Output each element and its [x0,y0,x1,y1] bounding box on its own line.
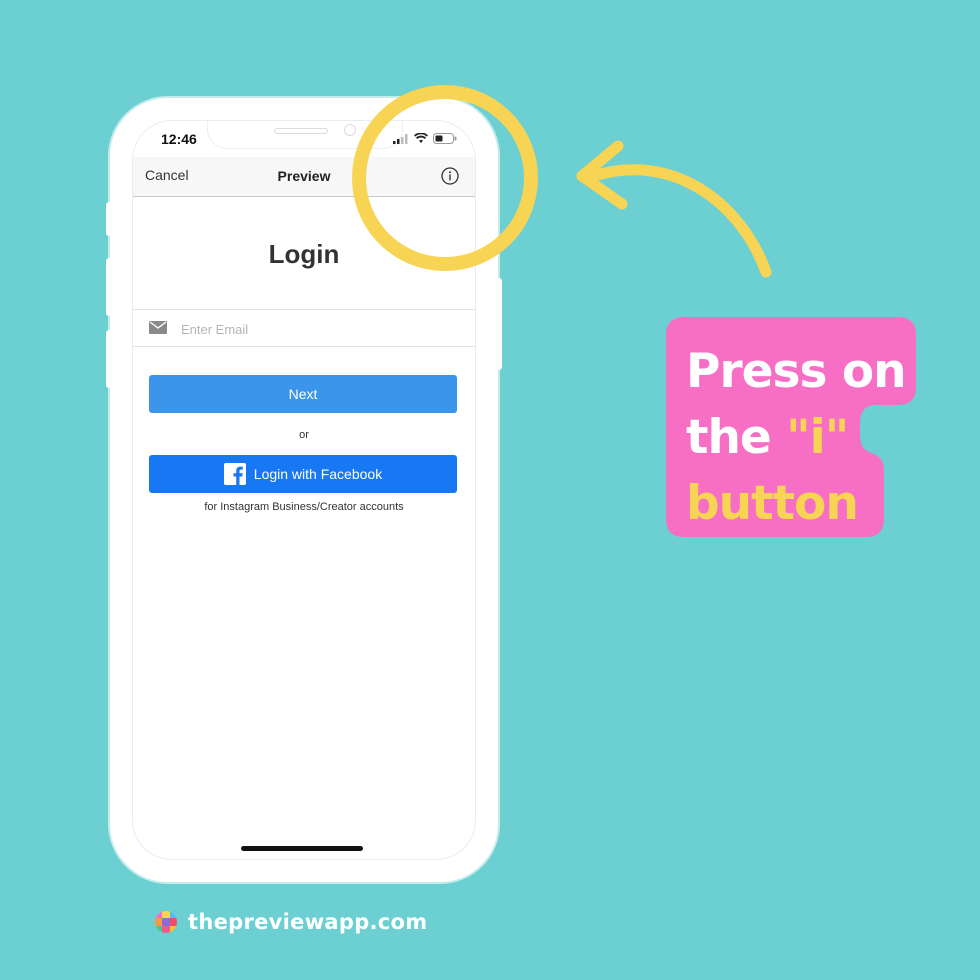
next-button[interactable]: Next [149,375,457,413]
curved-arrow-icon [576,140,772,278]
volume-down-button [106,330,112,388]
callout-text: Press on the "i" button [686,339,907,537]
footer: thepreviewapp.com [154,910,427,934]
power-button [496,278,502,370]
status-time: 12:46 [161,131,197,147]
home-indicator [241,846,363,851]
callout-line-3: button [686,476,859,531]
callout-line-1: Press on [686,344,907,399]
speaker [274,128,328,134]
or-divider-text: or [299,429,309,441]
footer-site-link[interactable]: thepreviewapp.com [188,910,427,934]
highlight-ring [352,85,538,271]
login-with-facebook-button[interactable]: Login with Facebook [149,455,457,493]
envelope-icon [149,321,167,339]
volume-up-button [106,258,112,316]
app-logo-icon [155,911,177,933]
callout-highlight: "i" [786,410,849,465]
email-field[interactable] [181,318,451,340]
mute-switch [106,202,112,236]
callout-line-2-prefix: the [686,410,787,465]
facebook-note: for Instagram Business/Creator accounts [204,501,404,513]
front-camera [344,124,356,136]
facebook-button-label: Login with Facebook [253,466,383,482]
callout-line-2: the "i" [686,405,906,471]
email-row [133,309,475,347]
callout: Press on the "i" button [666,317,916,537]
facebook-icon [223,463,246,485]
